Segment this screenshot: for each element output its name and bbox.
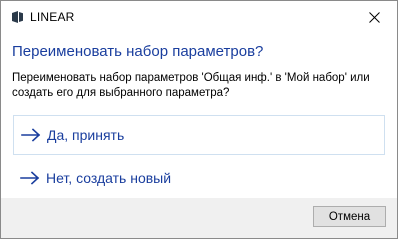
accept-option-button[interactable]: Да, принять bbox=[13, 115, 385, 155]
dialog-footer: Отмена bbox=[1, 198, 397, 238]
dialog-description: Переименовать набор параметров 'Общая ин… bbox=[12, 72, 370, 99]
dialog-content: Переименовать набор параметров? Переимен… bbox=[1, 33, 397, 198]
title-bar[interactable]: LINEAR bbox=[1, 1, 397, 33]
create-new-option-label: Нет, создать новый bbox=[46, 170, 172, 186]
close-button[interactable] bbox=[351, 1, 397, 33]
dialog-window: LINEAR Переименовать набор параметров? П… bbox=[0, 0, 398, 239]
dialog-heading: Переименовать набор параметров? bbox=[12, 43, 264, 60]
linear-logo-icon bbox=[12, 11, 23, 23]
close-icon bbox=[368, 11, 380, 23]
accept-option-label: Да, принять bbox=[47, 127, 125, 143]
window-title: LINEAR bbox=[30, 10, 75, 24]
create-new-option-button[interactable]: Нет, создать новый bbox=[13, 158, 385, 198]
arrow-right-icon bbox=[21, 128, 41, 142]
cancel-button[interactable]: Отмена bbox=[313, 206, 386, 227]
arrow-right-icon bbox=[20, 171, 40, 185]
